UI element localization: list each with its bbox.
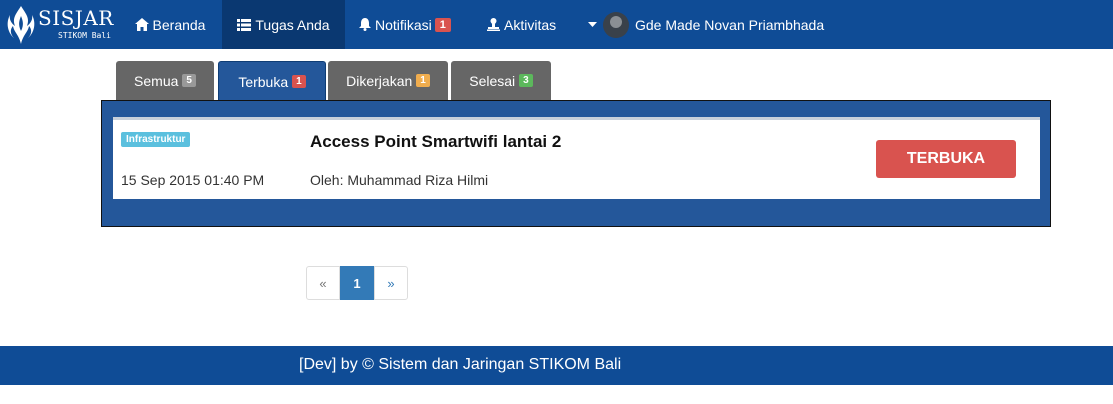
- user-name: Gde Made Novan Priambhada: [635, 16, 825, 33]
- caret-down-icon: [588, 22, 597, 27]
- task-author: Oleh: Muhammad Riza Hilmi: [310, 172, 489, 188]
- brand-subtitle: STIKOM Bali: [58, 31, 111, 40]
- avatar: [603, 11, 629, 38]
- tab-selesai-count: 3: [519, 74, 533, 87]
- brand-logo[interactable]: SISJAR STIKOM Bali: [6, 4, 114, 46]
- home-icon: [134, 18, 149, 31]
- nav-notifications-label: Notifikasi: [375, 16, 432, 33]
- bell-icon: [359, 18, 371, 31]
- tab-terbuka[interactable]: Terbuka 1: [218, 61, 326, 101]
- brand-title: SISJAR: [38, 6, 114, 30]
- task-title[interactable]: Access Point Smartwifi lantai 2: [310, 132, 561, 152]
- task-panel: Infrastruktur 15 Sep 2015 01:40 PM Acces…: [101, 100, 1051, 227]
- footer: [Dev] by © Sistem dan Jaringan STIKOM Ba…: [0, 346, 1113, 385]
- pagination: « 1 »: [306, 266, 408, 300]
- tab-semua[interactable]: Semua 5: [116, 61, 214, 100]
- nav-home[interactable]: Beranda: [122, 0, 218, 49]
- user-menu[interactable]: Gde Made Novan Priambhada: [588, 0, 824, 49]
- tab-dikerjakan[interactable]: Dikerjakan 1: [328, 61, 448, 100]
- notification-count-badge: 1: [434, 17, 451, 32]
- pagination-page-1[interactable]: 1: [340, 266, 374, 300]
- nav-home-label: Beranda: [152, 16, 206, 33]
- nav-tasks[interactable]: Tugas Anda: [222, 0, 345, 49]
- tab-terbuka-label: Terbuka: [238, 73, 289, 90]
- nav-activity-label: Aktivitas: [504, 16, 557, 33]
- nav-activity[interactable]: Aktivitas: [487, 0, 556, 49]
- tab-dikerjakan-label: Dikerjakan: [346, 72, 413, 89]
- stamp-icon: [487, 18, 500, 31]
- nav-notifications[interactable]: Notifikasi 1: [359, 0, 451, 49]
- tab-selesai-label: Selesai: [469, 72, 516, 89]
- tab-selesai[interactable]: Selesai 3: [451, 61, 551, 100]
- tab-dikerjakan-count: 1: [416, 74, 430, 87]
- task-date: 15 Sep 2015 01:40 PM: [121, 172, 265, 188]
- flame-logo-icon: [7, 6, 35, 44]
- pagination-next[interactable]: »: [374, 266, 408, 300]
- list-icon: [237, 18, 252, 31]
- pagination-prev[interactable]: «: [306, 266, 340, 300]
- task-card[interactable]: Infrastruktur 15 Sep 2015 01:40 PM Acces…: [113, 117, 1040, 199]
- tab-semua-label: Semua: [134, 72, 179, 89]
- tab-terbuka-count: 1: [292, 75, 306, 88]
- top-navbar: SISJAR STIKOM Bali Beranda Tugas Anda No…: [0, 0, 1113, 49]
- nav-tasks-label: Tugas Anda: [255, 16, 330, 33]
- footer-text: [Dev] by © Sistem dan Jaringan STIKOM Ba…: [299, 356, 622, 373]
- category-label: Infrastruktur: [121, 132, 191, 147]
- tab-semua-count: 5: [182, 74, 196, 87]
- status-button[interactable]: TERBUKA: [876, 140, 1016, 178]
